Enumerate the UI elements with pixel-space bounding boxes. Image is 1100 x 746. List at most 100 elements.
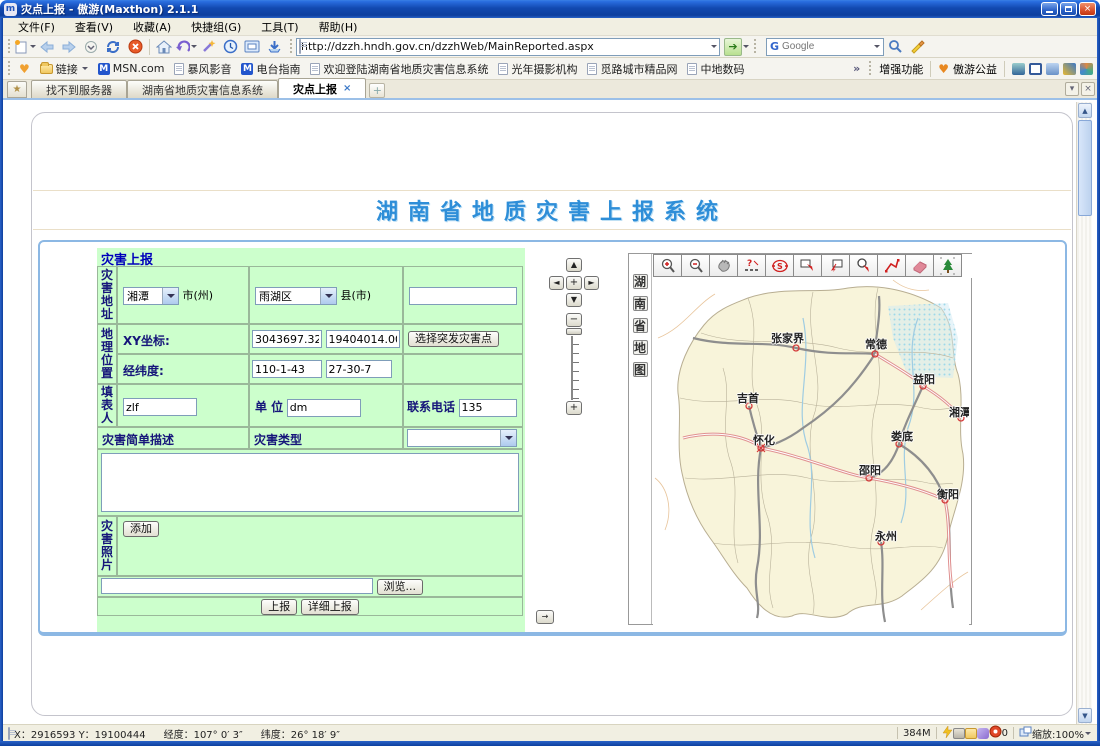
pan-left-button[interactable]: ◄	[549, 276, 564, 290]
tab-star-button[interactable]: ★	[7, 81, 27, 98]
bookmark-hunan-disaster-system[interactable]: 欢迎登陆湖南省地质灾害信息系统	[305, 59, 493, 79]
forward-button[interactable]	[58, 37, 80, 57]
bookmark-photo-studio[interactable]: 光年摄影机构	[493, 59, 582, 79]
minimize-button[interactable]	[1041, 2, 1058, 16]
close-button[interactable]: ×	[1079, 2, 1096, 16]
description-textarea[interactable]	[101, 453, 519, 512]
select-rect-alt-icon[interactable]	[821, 254, 850, 277]
address-bar[interactable]	[296, 38, 720, 56]
grid-icon[interactable]	[1080, 63, 1093, 75]
enhance-button[interactable]: 增强功能	[879, 61, 923, 77]
scroll-down-button[interactable]: ▼	[1078, 708, 1092, 723]
select-circle-icon[interactable]	[849, 254, 878, 277]
go-button[interactable]: ➔	[724, 38, 742, 56]
eraser-icon[interactable]	[905, 254, 934, 277]
zoom-in-step-button[interactable]: +	[566, 401, 582, 415]
download-button[interactable]	[263, 37, 285, 57]
pan-icon[interactable]	[709, 254, 738, 277]
browse-button[interactable]: 浏览...	[377, 579, 424, 595]
folder-icon[interactable]	[965, 728, 977, 739]
title-bar[interactable]: m 灾点上报 - 傲游(Maxthon) 2.1.1 ×	[0, 0, 1100, 18]
boost-icon[interactable]	[942, 726, 953, 741]
select-rect-icon[interactable]	[793, 254, 822, 277]
window-icon[interactable]	[1029, 63, 1042, 75]
detail-report-button[interactable]: 详细上报	[301, 599, 359, 615]
zoom-slider-handle[interactable]	[566, 328, 582, 335]
popup-blocker-icon[interactable]	[989, 725, 1002, 741]
stop-button[interactable]	[124, 37, 146, 57]
file-path-input[interactable]	[101, 578, 373, 594]
new-tab-button[interactable]: +	[369, 83, 385, 98]
undo-button[interactable]	[175, 37, 197, 57]
tab-close-icon[interactable]: ×	[343, 83, 351, 94]
search-input[interactable]	[782, 41, 873, 52]
bookmark-milu-city[interactable]: 觅路城市精品网	[582, 59, 682, 79]
reporter-name-input[interactable]	[123, 398, 197, 416]
zoom-slider-track[interactable]	[569, 336, 579, 400]
pan-down-button[interactable]: ▼	[566, 293, 582, 307]
charity-button[interactable]: 傲游公益	[953, 61, 997, 77]
tab-disaster-report[interactable]: 灾点上报 ×	[278, 78, 366, 98]
favorites-heart-button[interactable]: ♥	[14, 61, 35, 77]
tab-list-button[interactable]: ▾	[1065, 82, 1079, 96]
search-engine-dropdown-icon[interactable]	[874, 45, 880, 51]
tab-server-not-found[interactable]: 找不到服务器	[31, 80, 127, 98]
history-dropdown-button[interactable]	[80, 37, 102, 57]
url-input[interactable]	[301, 40, 710, 53]
printer-icon[interactable]	[953, 728, 965, 739]
resize-icon[interactable]	[1019, 726, 1032, 740]
address-detail-input[interactable]	[409, 287, 517, 305]
tab-close-all-button[interactable]: ×	[1081, 82, 1095, 96]
x-coordinate-input[interactable]	[252, 330, 322, 348]
zoom-control[interactable]: 缩放:100%	[1032, 726, 1084, 741]
pan-center-button[interactable]: +	[566, 276, 582, 290]
zoom-out-icon[interactable]	[681, 254, 710, 277]
skin-icon[interactable]	[1063, 63, 1076, 75]
links-folder-button[interactable]: 链接	[35, 59, 93, 79]
menu-view[interactable]: 查看(V)	[66, 17, 122, 37]
go-dropdown-icon[interactable]	[743, 45, 749, 51]
menu-file[interactable]: 文件(F)	[9, 17, 64, 37]
menu-tools[interactable]: 工具(T)	[252, 17, 307, 37]
bookmarks-overflow-button[interactable]: »	[853, 62, 860, 75]
pages-icon[interactable]	[1046, 63, 1059, 75]
proxy-icon[interactable]	[977, 728, 989, 739]
scale-icon[interactable]: S	[765, 254, 794, 277]
menu-groups[interactable]: 快捷组(G)	[182, 17, 250, 37]
y-coordinate-input[interactable]	[326, 330, 400, 348]
city-select[interactable]: 湘潭	[123, 287, 179, 305]
menu-help[interactable]: 帮助(H)	[310, 17, 367, 37]
home-button[interactable]	[153, 37, 175, 57]
pan-up-button[interactable]: ▲	[566, 258, 582, 272]
search-box[interactable]: G	[766, 38, 884, 56]
latitude-input[interactable]	[326, 360, 392, 378]
pan-right-button[interactable]: ►	[584, 276, 599, 290]
menu-favorites[interactable]: 收藏(A)	[124, 17, 180, 37]
frame-link-button[interactable]	[241, 37, 263, 57]
page-scrollbar[interactable]: ▲ ▼	[1076, 102, 1092, 724]
zoom-out-step-button[interactable]: −	[566, 313, 582, 327]
bookmark-radio-guide[interactable]: M 电台指南	[236, 59, 305, 79]
map-canvas[interactable]: 张家界 常德 益阳 吉首 湘潭 怀化 娄底 邵阳 衡阳 永州	[653, 278, 969, 625]
pick-disaster-point-button[interactable]: 选择突发灾害点	[408, 331, 499, 347]
zoom-in-icon[interactable]	[653, 254, 682, 277]
new-page-button[interactable]	[14, 37, 36, 57]
restore-button[interactable]	[1060, 2, 1077, 16]
phone-input[interactable]	[459, 399, 517, 417]
magic-wand-button[interactable]	[197, 37, 219, 57]
bookmark-zhongdi[interactable]: 中地数码	[682, 59, 749, 79]
collapse-panel-button[interactable]: →	[536, 610, 554, 624]
url-dropdown-icon[interactable]	[711, 45, 717, 51]
messenger-icon[interactable]	[1012, 63, 1025, 75]
highlight-button[interactable]	[906, 37, 928, 57]
scroll-up-button[interactable]: ▲	[1078, 103, 1092, 118]
full-extent-icon[interactable]	[933, 254, 962, 277]
report-button[interactable]: 上报	[261, 599, 297, 615]
back-button[interactable]	[36, 37, 58, 57]
county-select[interactable]: 雨湖区	[255, 287, 337, 305]
search-button[interactable]	[884, 37, 906, 57]
draw-line-icon[interactable]	[877, 254, 906, 277]
refresh-button[interactable]	[102, 37, 124, 57]
scroll-thumb[interactable]	[1078, 120, 1092, 216]
unit-input[interactable]	[287, 399, 361, 417]
